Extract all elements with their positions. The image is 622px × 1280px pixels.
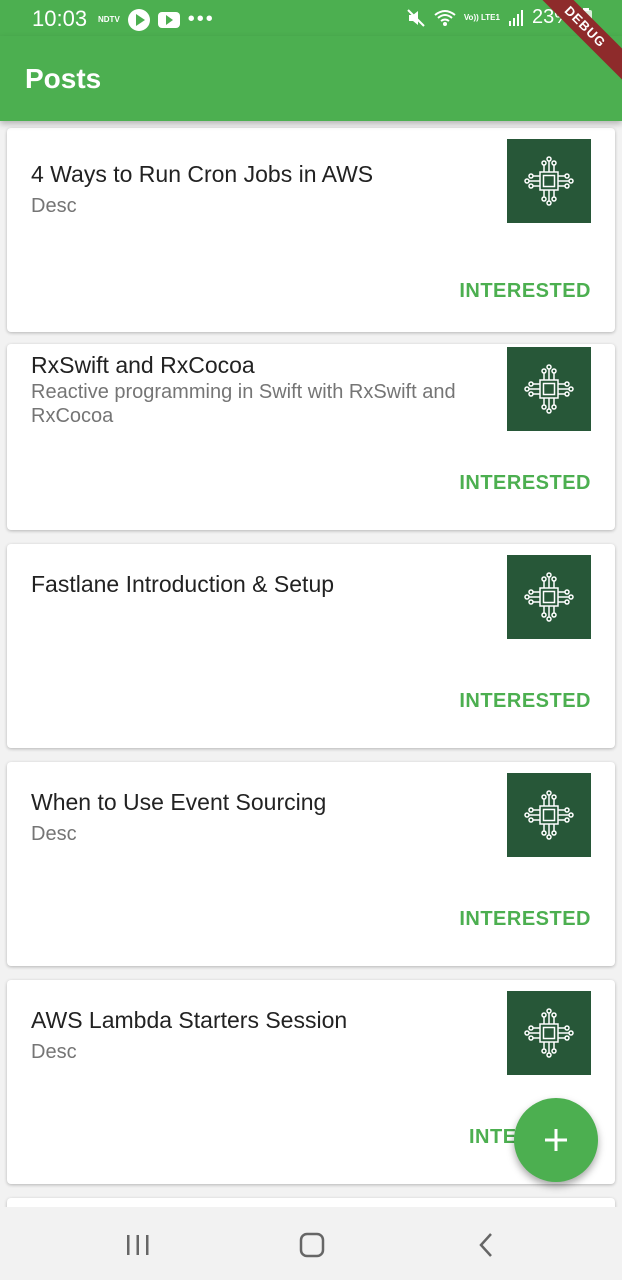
posts-list[interactable]: 4 Ways to Run Cron Jobs in AWS Desc INTE… [0,121,622,1207]
ndtv-icon: NDTV [98,15,120,24]
chip-icon [507,991,591,1075]
play-icon [127,8,150,31]
more-notifications-icon: ••• [187,8,215,30]
back-button[interactable] [466,1227,506,1263]
post-desc: Desc [31,1041,77,1063]
recent-apps-icon [127,1235,149,1255]
youtube-icon [157,11,180,28]
chip-icon [507,139,591,223]
interested-button[interactable]: INTERESTED [459,690,591,713]
wifi-icon [434,9,456,26]
post-desc: Desc [31,823,77,845]
mute-icon [407,8,425,27]
back-icon [479,1233,492,1257]
post-card[interactable]: When to Use Event Sourcing Desc INTEREST… [7,762,615,966]
post-card[interactable]: 4 Ways to Run Cron Jobs in AWS Desc INTE… [7,128,615,332]
post-title: When to Use Event Sourcing [31,789,327,815]
post-title: RxSwift and RxCocoa [31,352,255,378]
status-time: 10:03 [32,6,88,31]
plus-icon [545,1129,567,1151]
system-nav-bar [0,1207,622,1280]
post-card-partial[interactable] [7,1198,615,1207]
home-button[interactable] [292,1227,332,1263]
signal-icon [508,9,523,26]
status-left-icons: NDTV ••• [98,8,215,31]
interested-button[interactable]: INTERESTED [459,280,591,303]
post-desc: Desc [31,195,77,217]
network-label: Vo)) LTE1 [463,13,500,22]
post-title: 4 Ways to Run Cron Jobs in AWS [31,161,374,187]
chip-icon [507,555,591,639]
interested-button[interactable]: INTERESTED [459,472,591,495]
chip-icon [507,773,591,857]
status-bar: 10:03 NDTV ••• Vo)) LTE1 23% [0,0,622,36]
page-title: Posts [25,63,102,94]
post-card[interactable]: RxSwift and RxCocoa Reactive programming… [7,344,615,530]
chip-icon [507,347,591,431]
post-card[interactable]: Fastlane Introduction & Setup INTERESTED [7,544,615,748]
post-title: AWS Lambda Starters Session [31,1007,348,1033]
interested-button[interactable]: INTERESTED [459,908,591,931]
add-post-button[interactable] [514,1098,598,1182]
home-icon [299,1232,325,1258]
recent-apps-button[interactable] [118,1227,158,1263]
interested-button[interactable]: INTE [469,1126,517,1149]
post-desc: Reactive programming in Swift with RxSwi… [31,381,456,427]
post-title: Fastlane Introduction & Setup [31,571,335,597]
app-bar: Posts [0,36,622,121]
